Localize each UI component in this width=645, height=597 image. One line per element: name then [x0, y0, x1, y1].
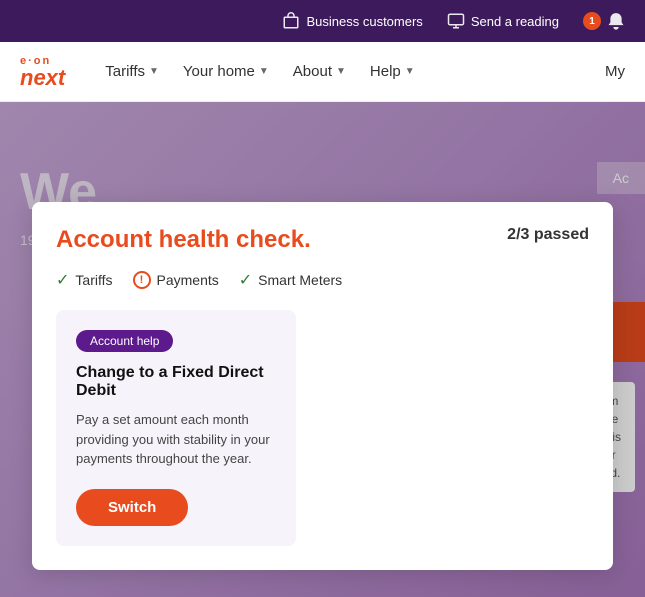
top-bar: Business customers Send a reading 1	[0, 0, 645, 42]
account-help-card: Account help Change to a Fixed Direct De…	[56, 310, 296, 546]
chevron-down-icon: ▼	[336, 66, 346, 77]
chevron-down-icon: ▼	[405, 66, 415, 77]
nav-help[interactable]: Help ▼	[370, 63, 415, 80]
chevron-down-icon: ▼	[259, 66, 269, 77]
logo-next-text: next	[20, 67, 65, 89]
modal-checks: ✓ Tariffs ! Payments ✓ Smart Meters	[56, 270, 589, 290]
nav-tariffs[interactable]: Tariffs ▼	[105, 63, 159, 80]
checkmark-icon: ✓	[56, 270, 69, 290]
notification-badge: 1	[583, 12, 601, 30]
nav-bar: e·on next Tariffs ▼ Your home ▼ About ▼ …	[0, 42, 645, 102]
nav-your-home[interactable]: Your home ▼	[183, 63, 269, 80]
modal-passed: 2/3 passed	[507, 226, 589, 244]
page-background: We 192 G... Ac t paym payme ment is s af…	[0, 102, 645, 597]
card-tag: Account help	[76, 330, 173, 352]
modal-title: Account health check.	[56, 226, 311, 254]
warning-icon: !	[133, 271, 151, 289]
check-smart-meters: ✓ Smart Meters	[239, 270, 342, 290]
nav-my[interactable]: My	[605, 63, 625, 80]
card-title: Change to a Fixed Direct Debit	[76, 364, 276, 400]
notifications-icon[interactable]: 1	[583, 12, 625, 30]
chevron-down-icon: ▼	[149, 66, 159, 77]
card-description: Pay a set amount each month providing yo…	[76, 410, 276, 469]
switch-button[interactable]: Switch	[76, 489, 188, 526]
check-tariffs: ✓ Tariffs	[56, 270, 113, 290]
checkmark-icon: ✓	[239, 270, 252, 290]
modal-header: Account health check. 2/3 passed	[56, 226, 589, 254]
nav-about[interactable]: About ▼	[293, 63, 346, 80]
send-reading-link[interactable]: Send a reading	[447, 12, 559, 30]
check-payments: ! Payments	[133, 271, 219, 289]
business-customers-link[interactable]: Business customers	[282, 12, 422, 30]
logo[interactable]: e·on next	[20, 55, 65, 89]
health-check-modal: Account health check. 2/3 passed ✓ Tarif…	[32, 202, 613, 570]
